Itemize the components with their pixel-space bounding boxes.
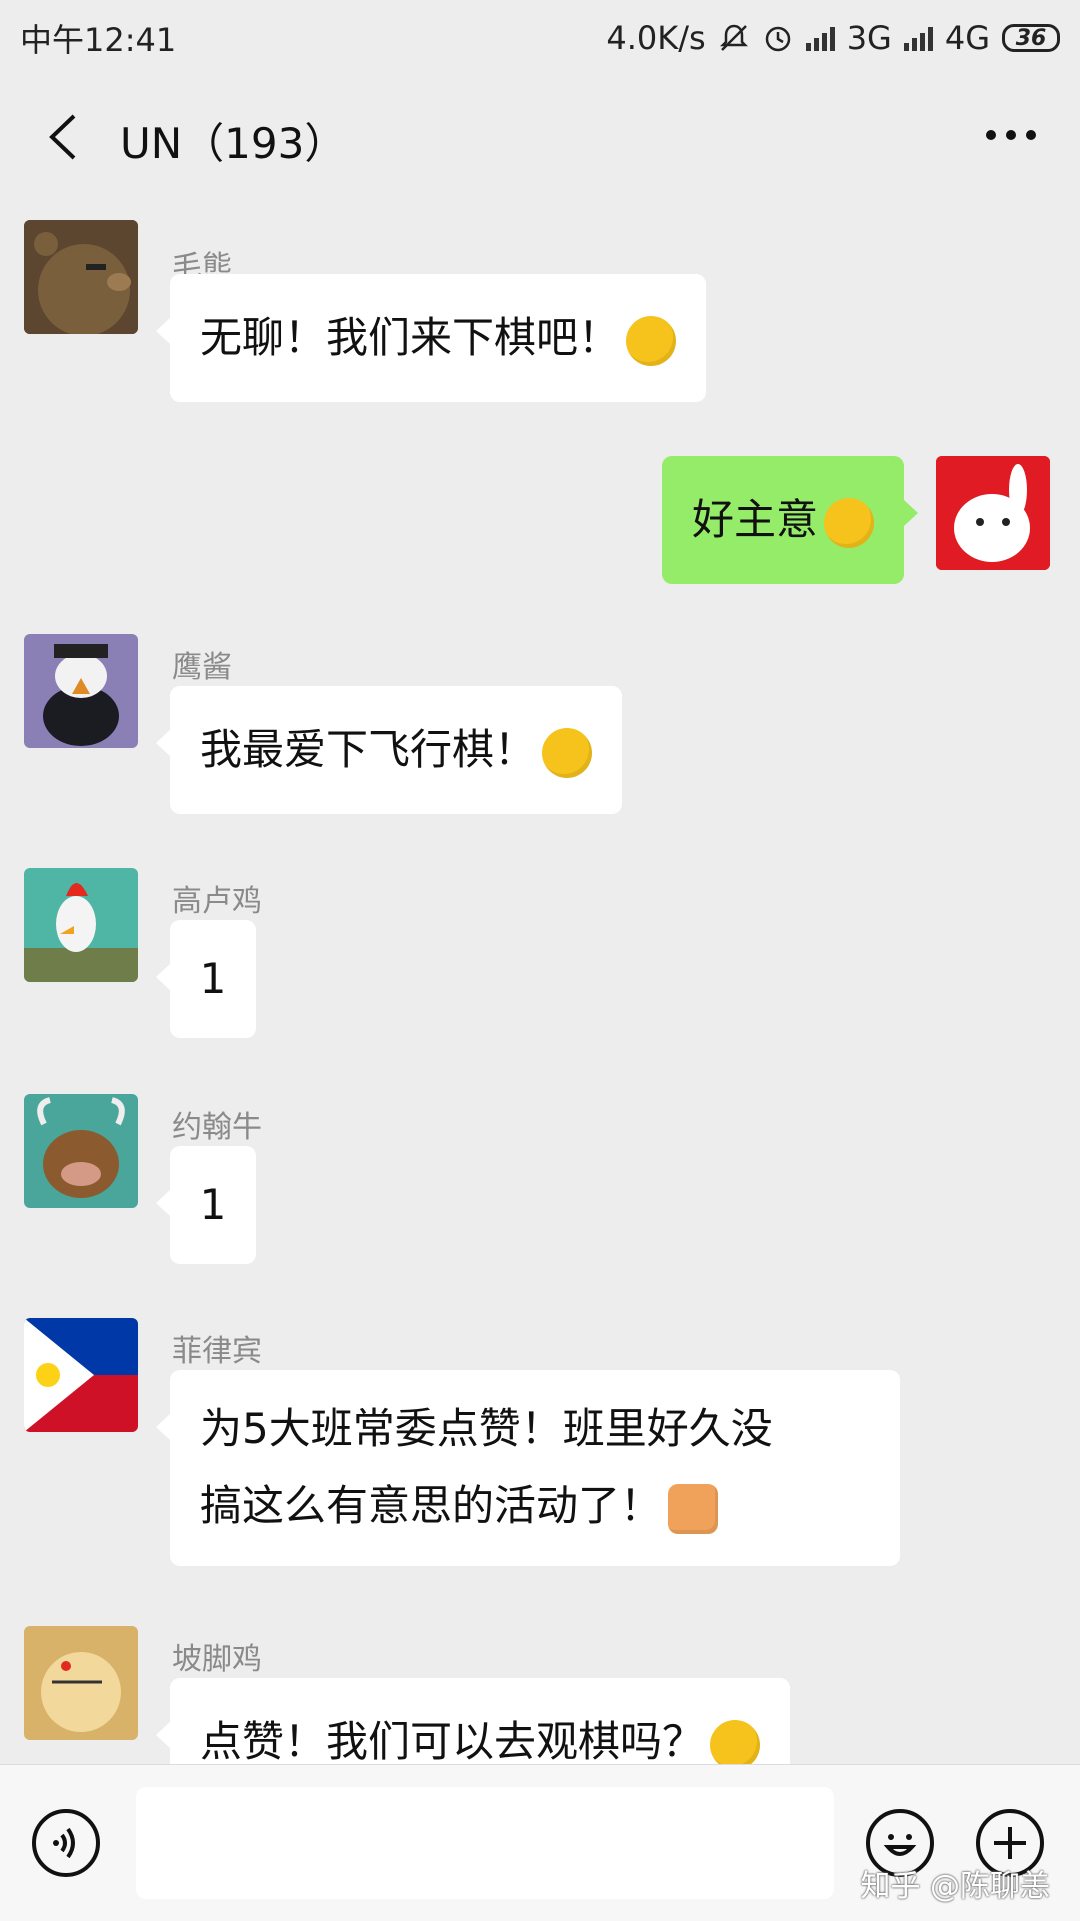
message-text-line: 为5大班常委点赞！班里好久没 (200, 1404, 773, 1453)
sender-name: 菲律宾 (172, 1334, 262, 1369)
chat-message-list[interactable]: 毛熊 无聊！我们来下棋吧！ 好主意 鹰酱 我最爱下飞行棋！ 高卢鸡 1 约翰牛 … (0, 198, 1080, 1764)
message-text-line: 搞这么有意思的活动了！ (200, 1481, 663, 1530)
sunglasses-emoji-icon (824, 497, 874, 548)
thumbs-up-emoji-icon (668, 1483, 719, 1534)
network-type-4g: 4G (944, 19, 990, 57)
sender-name: 坡脚鸡 (172, 1642, 262, 1677)
message-text: 1 (199, 954, 227, 1003)
philippines-flag-avatar[interactable] (24, 1318, 138, 1432)
bear-avatar[interactable] (24, 220, 138, 334)
eagle-avatar[interactable] (24, 634, 138, 748)
voice-icon (53, 1827, 75, 1859)
status-icons: 4.0K/s 3G 4G 36 (606, 19, 1060, 57)
status-bar: 中午12:41 4.0K/s 3G 4G 36 (0, 0, 1080, 76)
sender-name: 高卢鸡 (172, 884, 262, 919)
sender-name: 约翰牛 (172, 1110, 262, 1145)
bull-avatar[interactable] (24, 1094, 138, 1208)
network-speed: 4.0K/s (606, 19, 706, 57)
happy-emoji-icon (542, 727, 593, 778)
message-text: 好主意 (691, 495, 818, 544)
chat-title: UN（193） (120, 119, 347, 168)
back-arrow-icon[interactable] (44, 112, 84, 162)
message-bubble[interactable]: 无聊！我们来下棋吧！ (155, 274, 707, 402)
watermark: 知乎 @陈聊恙 (860, 1869, 1050, 1904)
network-type-3g: 3G (846, 19, 892, 57)
battery-icon: 36 (1002, 24, 1060, 52)
message-bubble[interactable]: 好主意 (661, 456, 919, 584)
sender-name: 鹰酱 (172, 650, 232, 685)
rooster-avatar[interactable] (24, 868, 138, 982)
message-bubble[interactable]: 点赞！我们可以去观棋吗？ (155, 1678, 791, 1764)
chat-header: UN（193） (0, 76, 1080, 198)
signal-bars-icon (805, 25, 835, 51)
message-bubble[interactable]: 1 (156, 1146, 256, 1264)
message-text-input[interactable] (136, 1787, 834, 1899)
message-bubble[interactable]: 我最爱下飞行棋！ (155, 686, 623, 814)
message-text: 我最爱下飞行棋！ (200, 725, 537, 774)
message-bubble[interactable]: 为5大班常委点赞！班里好久没 搞这么有意思的活动了！ (156, 1370, 900, 1566)
message-input-bar: 知乎 @陈聊恙 (0, 1764, 1080, 1921)
message-bubble[interactable]: 1 (156, 920, 256, 1038)
status-time: 中午12:41 (20, 21, 177, 59)
rabbit-avatar[interactable] (936, 456, 1050, 570)
message-text: 点赞！我们可以去观棋吗？ (200, 1717, 705, 1764)
alarm-clock-icon (765, 26, 790, 52)
grin-emoji-icon (626, 315, 677, 366)
more-options-icon[interactable] (986, 130, 1036, 140)
mute-bell-icon (719, 24, 748, 51)
heart-eyes-emoji-icon (710, 1719, 761, 1764)
chicken-avatar[interactable] (24, 1626, 138, 1740)
message-text: 1 (199, 1180, 227, 1229)
voice-input-button[interactable] (32, 1809, 100, 1877)
message-text: 无聊！我们来下棋吧！ (200, 313, 621, 362)
signal-bars-icon (903, 25, 933, 51)
